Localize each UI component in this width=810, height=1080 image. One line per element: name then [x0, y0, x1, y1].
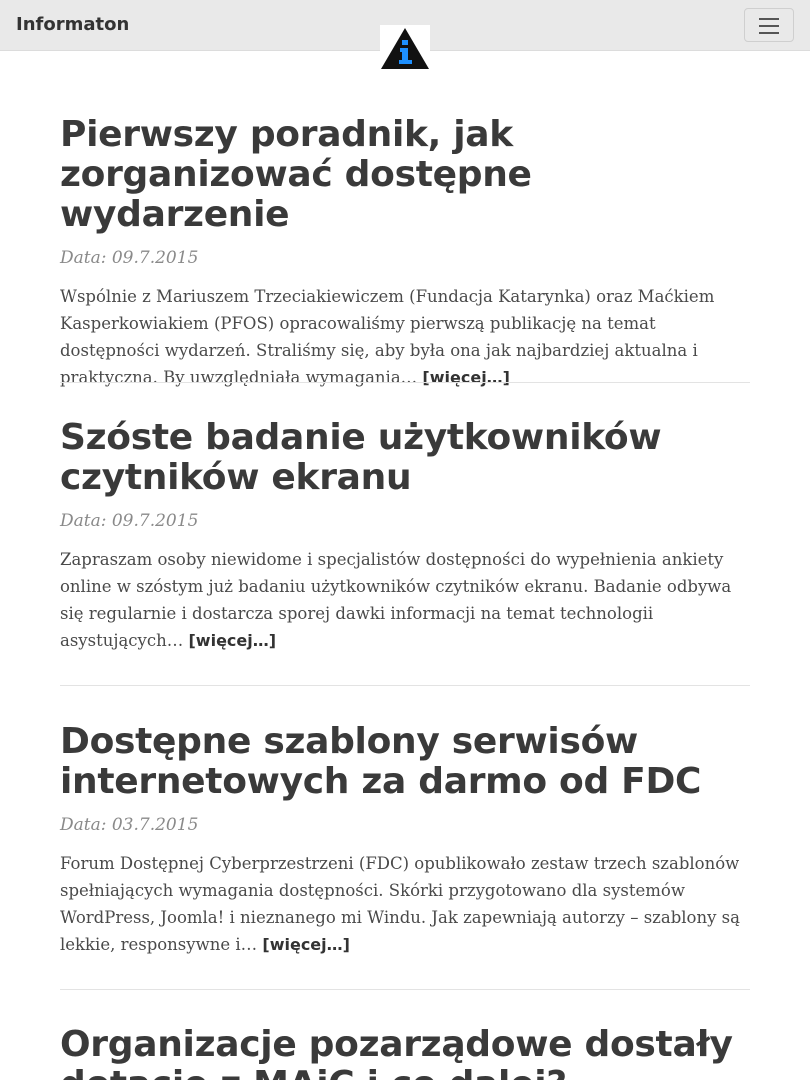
article-date: Data: 09.7.2015: [60, 248, 199, 268]
article-date: Data: 09.7.2015: [60, 511, 199, 531]
article-title-link[interactable]: Organizacje pozarządowe dostały dotacje …: [60, 1025, 750, 1080]
read-more-link[interactable]: [więcej…]: [422, 368, 510, 387]
article-title-link[interactable]: Dostępne szablony serwisów internetowych…: [60, 722, 750, 802]
article-title-link[interactable]: Pierwszy poradnik, jak zorganizować dost…: [60, 115, 750, 235]
hamburger-menu-icon-bar: [759, 32, 779, 34]
article-excerpt-text: Wspólnie z Mariuszem Trzeciakiewiczem (F…: [60, 287, 715, 387]
article-item: Pierwszy poradnik, jak zorganizować dost…: [60, 115, 750, 391]
article-excerpt-text: Forum Dostępnej Cyberprzestrzeni (FDC) o…: [60, 854, 740, 954]
article-excerpt: Zapraszam osoby niewidome i specjalistów…: [60, 546, 750, 654]
article-item: Dostępne szablony serwisów internetowych…: [60, 722, 750, 958]
article-excerpt-text: Zapraszam osoby niewidome i specjalistów…: [60, 550, 732, 650]
read-more-link[interactable]: [więcej…]: [262, 935, 350, 954]
article-excerpt: Wspólnie z Mariuszem Trzeciakiewiczem (F…: [60, 283, 750, 391]
article-title-link[interactable]: Szóste badanie użytkowników czytników ek…: [60, 418, 750, 498]
hamburger-menu-icon: [759, 18, 779, 20]
article-divider: [60, 685, 750, 686]
article-item: Szóste badanie użytkowników czytników ek…: [60, 418, 750, 654]
article-excerpt: Forum Dostępnej Cyberprzestrzeni (FDC) o…: [60, 850, 750, 958]
informaton-logo-icon[interactable]: [380, 25, 430, 71]
read-more-link[interactable]: [więcej…]: [188, 631, 276, 650]
brand-link[interactable]: Informaton: [16, 12, 129, 38]
menu-toggle-button[interactable]: [744, 8, 794, 42]
article-date: Data: 03.7.2015: [60, 815, 199, 835]
hamburger-menu-icon-bar: [759, 25, 779, 27]
article-divider: [60, 382, 750, 383]
article-divider: [60, 989, 750, 990]
article-item: Organizacje pozarządowe dostały dotacje …: [60, 1025, 750, 1080]
